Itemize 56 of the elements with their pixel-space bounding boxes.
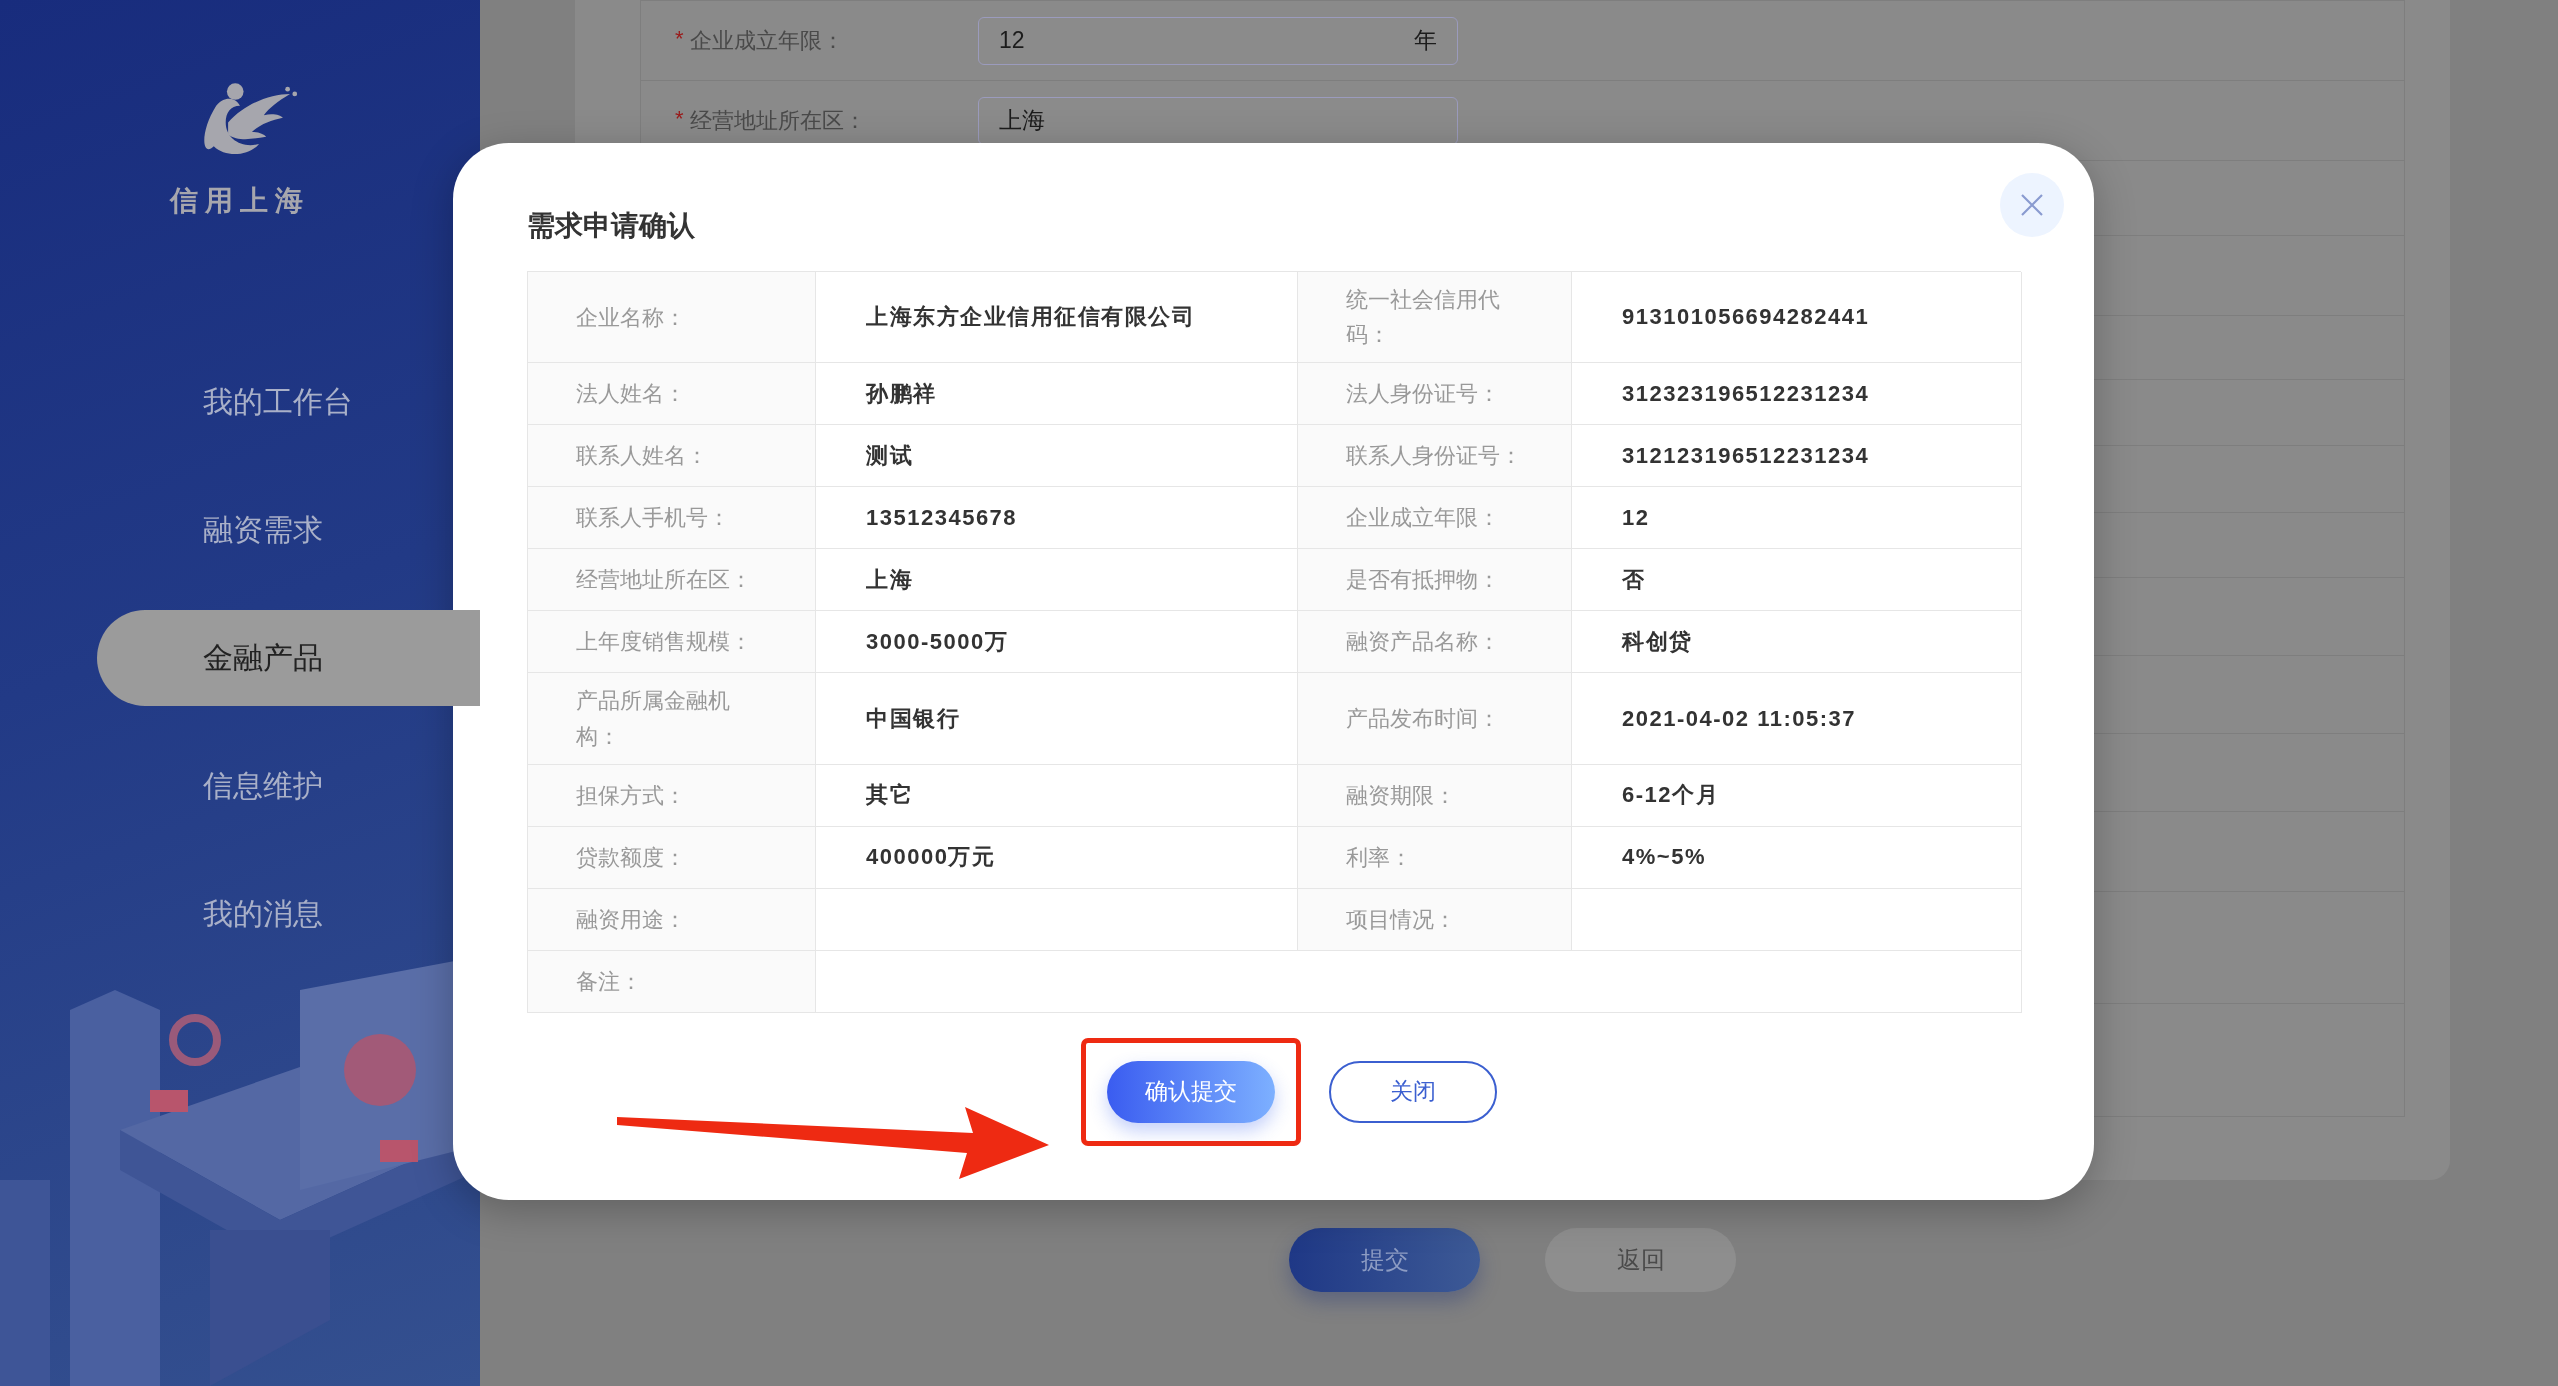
input-field[interactable]: 12 年 — [978, 16, 1458, 65]
field-label: 企业名称： — [576, 303, 686, 332]
field-label: 利率： — [1346, 843, 1412, 872]
nav-item[interactable]: 我的工作台 — [0, 354, 480, 450]
field-value: 6-12个月 — [1622, 781, 1720, 810]
field-label: 法人姓名： — [576, 380, 686, 409]
field-value: 312123196512231234 — [1622, 442, 1870, 469]
back-button[interactable]: 返回 — [1545, 1228, 1736, 1292]
field-label: 法人身份证号： — [1346, 380, 1500, 409]
nav-item[interactable]: 融资需求 — [0, 482, 480, 578]
field-value: 12 — [1622, 504, 1650, 531]
field-value: 中国银行 — [866, 704, 960, 733]
field-value: 2021-04-02 11:05:37 — [1622, 705, 1856, 732]
field-label: 联系人手机号： — [576, 504, 730, 533]
field-value: 上海 — [866, 565, 913, 594]
field-label: 项目情况： — [1346, 905, 1456, 934]
nav-item[interactable]: 信息维护 — [0, 738, 480, 834]
field-label: 产品发布时间： — [1346, 704, 1500, 733]
required-mark: * — [675, 25, 684, 53]
field-value: 913101056694282441 — [1622, 304, 1870, 331]
field-label: 融资用途： — [576, 905, 686, 934]
field-label: 备注： — [576, 967, 642, 996]
field-label: 担保方式： — [576, 781, 686, 810]
logo-text: 信用上海 — [170, 184, 310, 218]
input-field[interactable]: 上海 — [978, 96, 1458, 145]
field-label: 融资期限： — [1346, 781, 1456, 810]
field-value: 其它 — [866, 781, 913, 810]
close-button[interactable]: 关闭 — [1329, 1060, 1497, 1123]
field-label: 是否有抵押物： — [1346, 566, 1500, 595]
field-label: 融资产品名称： — [1346, 628, 1500, 657]
field-label: 经营地址所在区： — [576, 566, 752, 595]
field-value: 13512345678 — [866, 504, 1018, 531]
field-value: 否 — [1622, 565, 1646, 594]
field-value: 312323196512231234 — [1622, 380, 1870, 407]
nav-item[interactable]: 我的消息 — [0, 866, 480, 962]
field-value: 测试 — [866, 441, 913, 470]
field-label: 统一社会信用代码： — [1346, 286, 1501, 350]
field-label: 贷款额度： — [576, 843, 686, 872]
field-value: 科创贷 — [1622, 627, 1693, 656]
field-value: 3000-5000万 — [866, 627, 1009, 656]
field-label: 企业成立年限： — [689, 26, 844, 55]
field-label: 联系人姓名： — [576, 442, 708, 471]
field-label: 产品所属金融机构： — [576, 687, 731, 751]
nav-item[interactable]: 金融产品 — [97, 610, 480, 706]
submit-button[interactable]: 提交 — [1289, 1228, 1480, 1292]
field-label: 经营地址所在区： — [689, 106, 866, 135]
dialog-title: 需求申请确认 — [527, 209, 696, 243]
field-label: 上年度销售规模： — [576, 628, 752, 657]
field-label: 联系人身份证号： — [1346, 442, 1522, 471]
field-value: 4%~5% — [1622, 844, 1706, 871]
field-value: 孙鹏祥 — [866, 379, 937, 408]
field-value: 400000万元 — [866, 843, 996, 872]
field-label: 企业成立年限： — [1346, 504, 1500, 533]
field-value: 上海东方企业信用征信有限公司 — [866, 303, 1195, 332]
confirm-button[interactable]: 确认提交 — [1107, 1060, 1275, 1123]
required-mark: * — [675, 105, 684, 133]
